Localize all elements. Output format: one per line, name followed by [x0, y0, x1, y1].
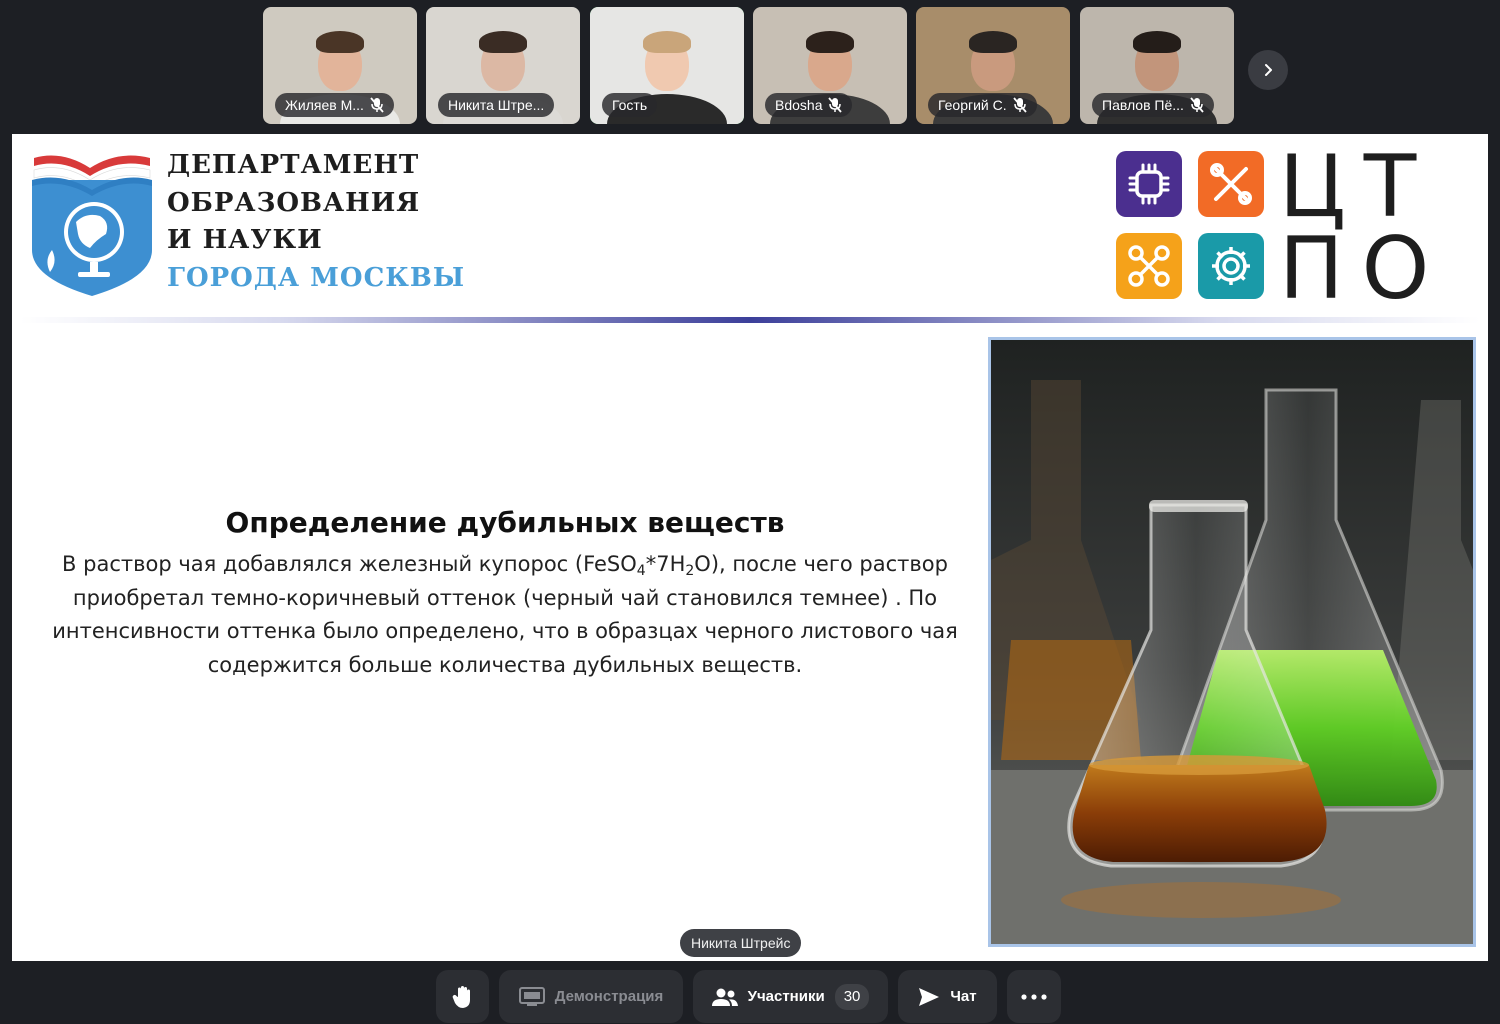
tools-icon: [1198, 151, 1264, 217]
person-hair: [316, 31, 364, 53]
header-divider: [20, 317, 1480, 323]
participant-tile[interactable]: Павлов Пё...: [1080, 7, 1234, 124]
screen-share-icon: [518, 986, 545, 1006]
mic-muted-icon: [370, 97, 384, 113]
subscript: 2: [685, 563, 695, 579]
person-hair: [806, 31, 854, 53]
chat-label: Чат: [950, 988, 977, 1005]
presentation-slide: ДЕПАРТАМЕНТ ОБРАЗОВАНИЯ И НАУКИ ГОРОДА М…: [12, 134, 1488, 961]
participant-name: Гость: [612, 97, 648, 113]
moscow-education-dept-logo: [32, 155, 152, 296]
participant-tile[interactable]: Никита Штре...: [426, 7, 580, 124]
gear-icon: [1198, 233, 1264, 299]
ctpo-letters-top: ЦТ: [1279, 137, 1435, 237]
mic-muted-icon: [828, 97, 843, 113]
participant-name: Павлов Пё...: [1102, 97, 1184, 113]
lab-flasks-photo: [988, 337, 1476, 947]
person-hair: [479, 31, 527, 53]
participant-name: Жиляев М...: [285, 97, 364, 113]
dept-name: ДЕПАРТАМЕНТ ОБРАЗОВАНИЯ И НАУКИ ГОРОДА М…: [167, 147, 465, 297]
mic-muted-icon: [1012, 97, 1027, 113]
participants-label: Участники: [747, 988, 825, 1005]
send-icon: [919, 987, 940, 1006]
participant-name-pill: Никита Штре...: [438, 93, 555, 117]
chat-button[interactable]: Чат: [898, 970, 997, 1023]
current-speaker-label: Никита Штрейс: [680, 929, 802, 957]
slide-title: Определение дубильных веществ: [225, 506, 785, 539]
body-text: *7H: [645, 552, 686, 576]
hand-icon: [452, 985, 470, 1008]
participant-tile[interactable]: Георгий С.: [916, 7, 1070, 124]
participant-strip: Жиляев М... Никита Штре... Гость Bdosha …: [0, 0, 1500, 134]
person-hair: [969, 31, 1017, 53]
drone-icon: [1116, 233, 1182, 299]
participant-tile[interactable]: Жиляев М...: [263, 7, 417, 124]
raise-hand-button[interactable]: [436, 970, 489, 1023]
screen-share-label: Демонстрация: [554, 988, 664, 1005]
slide-body: В раствор чая добавлялся железный купоро…: [52, 548, 958, 682]
more-dots-icon: [1021, 993, 1047, 1000]
subscript: 4: [636, 563, 646, 579]
person-hair: [1133, 31, 1181, 53]
person-hair: [643, 31, 691, 53]
next-participants-button[interactable]: [1248, 50, 1288, 90]
participants-button[interactable]: Участники 30: [693, 970, 888, 1023]
participant-tile[interactable]: Гость: [590, 7, 744, 124]
participant-name: Георгий С.: [938, 97, 1007, 113]
participant-name: Никита Штре...: [448, 97, 545, 113]
participant-tile[interactable]: Bdosha: [753, 7, 907, 124]
chip-icon: [1116, 151, 1182, 217]
screen-share-button[interactable]: Демонстрация: [499, 970, 683, 1023]
participant-name-pill: Георгий С.: [928, 93, 1037, 117]
participants-count-badge: 30: [834, 983, 870, 1010]
dept-line: И НАУКИ: [167, 225, 323, 255]
participant-name: Bdosha: [775, 97, 823, 113]
more-button[interactable]: [1007, 970, 1061, 1023]
dept-line: ОБРАЗОВАНИЯ: [167, 187, 421, 218]
participant-name-pill: Жиляев М...: [275, 93, 394, 117]
mic-muted-icon: [1190, 97, 1204, 113]
ctpo-letters-bottom: ПО: [1279, 219, 1448, 319]
ctpo-logo: ЦТ ПО: [1116, 144, 1436, 312]
participant-name-pill: Гость: [602, 93, 658, 117]
dept-line: ДЕПАРТАМЕНТ: [167, 150, 420, 180]
participant-name-pill: Bdosha: [765, 93, 853, 117]
participant-name-pill: Павлов Пё...: [1092, 93, 1214, 117]
people-icon: [711, 988, 738, 1006]
dept-city: ГОРОДА МОСКВЫ: [167, 262, 466, 293]
chevron-right-icon: [1265, 64, 1272, 76]
body-text: В раствор чая добавлялся железный купоро…: [62, 552, 637, 576]
